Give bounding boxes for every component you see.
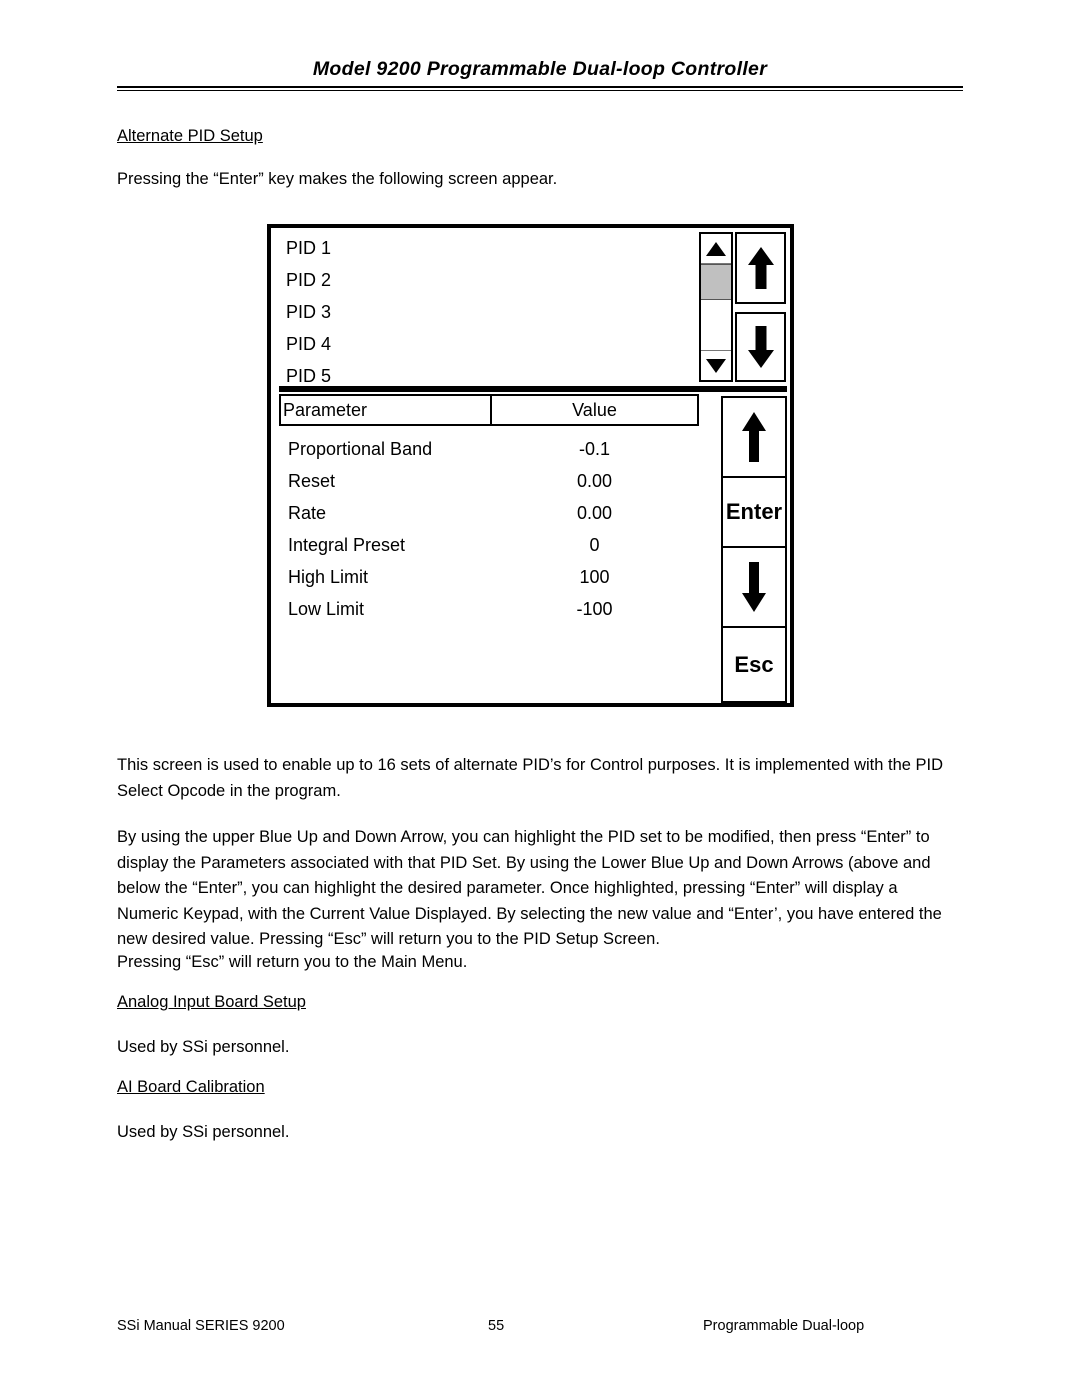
paragraph-ai-board-calibration: Used by SSi personnel. bbox=[117, 1123, 290, 1141]
parameter-name: Integral Preset bbox=[288, 534, 406, 555]
list-item[interactable]: PID 3 bbox=[279, 296, 699, 328]
list-item[interactable]: PID 1 bbox=[279, 232, 699, 264]
upper-up-arrow-button[interactable] bbox=[735, 232, 786, 304]
paragraph-intro: Pressing the “Enter” key makes the follo… bbox=[117, 170, 558, 188]
header-divider-rule bbox=[117, 86, 963, 91]
triangle-up-icon bbox=[706, 241, 726, 256]
pid-list-scrollbar[interactable] bbox=[699, 232, 733, 382]
column-header-value: Value bbox=[572, 400, 617, 420]
parameter-name: High Limit bbox=[288, 566, 369, 587]
table-row[interactable]: Proportional Band -0.1 bbox=[279, 433, 699, 465]
controller-screen-figure: PID 1 PID 2 PID 3 PID 4 PID 5 Parameter … bbox=[267, 224, 794, 707]
parameter-name: Rate bbox=[288, 502, 327, 523]
table-row[interactable]: Reset 0.00 bbox=[279, 465, 699, 497]
paragraph-analog-input-board-setup: Used by SSi personnel. bbox=[117, 1038, 290, 1056]
page-header-title: Model 9200 Programmable Dual-loop Contro… bbox=[312, 58, 768, 80]
paragraph-esc-main-menu: Pressing “Esc” will return you to the Ma… bbox=[117, 953, 468, 971]
heading-ai-board-calibration: AI Board Calibration bbox=[117, 1078, 265, 1096]
parameter-value: 100 bbox=[579, 566, 610, 587]
arrow-up-icon bbox=[742, 412, 766, 462]
parameter-value: 0.00 bbox=[576, 470, 613, 491]
table-row[interactable]: Integral Preset 0 bbox=[279, 529, 699, 561]
paragraph-navigation-instructions: By using the upper Blue Up and Down Arro… bbox=[117, 828, 942, 948]
triangle-down-icon bbox=[706, 358, 726, 373]
keypad-up-button[interactable] bbox=[723, 398, 785, 478]
upper-down-arrow-button[interactable] bbox=[735, 312, 786, 382]
arrow-up-icon bbox=[747, 247, 774, 289]
keypad-down-button[interactable] bbox=[723, 548, 785, 628]
pid-set-list[interactable]: PID 1 PID 2 PID 3 PID 4 PID 5 bbox=[279, 232, 699, 386]
keypad-enter-button[interactable]: Enter bbox=[723, 478, 785, 548]
list-item[interactable]: PID 2 bbox=[279, 264, 699, 296]
footer-page-number: 55 bbox=[488, 1318, 505, 1334]
scrollbar-down-button[interactable] bbox=[701, 350, 731, 380]
parameter-value: -0.1 bbox=[578, 438, 611, 459]
footer-manual-name: SSi Manual SERIES 9200 bbox=[117, 1318, 285, 1334]
scrollbar-up-button[interactable] bbox=[701, 234, 731, 264]
parameter-name: Proportional Band bbox=[288, 438, 433, 459]
table-row[interactable]: High Limit 100 bbox=[279, 561, 699, 593]
upper-arrow-button-group bbox=[735, 232, 786, 382]
table-row[interactable]: Low Limit -100 bbox=[279, 593, 699, 625]
parameter-value: -100 bbox=[576, 598, 613, 619]
parameter-table-header: Parameter Value bbox=[279, 394, 699, 426]
arrow-down-icon bbox=[747, 326, 774, 368]
column-header-parameter: Parameter bbox=[281, 396, 492, 424]
scrollbar-thumb[interactable] bbox=[701, 264, 731, 300]
paragraph-screen-description: This screen is used to enable up to 16 s… bbox=[117, 756, 944, 800]
keypad-button-column: Enter Esc bbox=[721, 396, 787, 703]
heading-alternate-pid-setup: Alternate PID Setup bbox=[117, 127, 263, 145]
parameter-table-body: Proportional Band -0.1 Reset 0.00 Rate 0… bbox=[279, 433, 699, 625]
table-row[interactable]: Rate 0.00 bbox=[279, 497, 699, 529]
parameter-name: Reset bbox=[288, 470, 336, 491]
list-table-divider bbox=[279, 386, 787, 392]
parameter-name: Low Limit bbox=[288, 598, 365, 619]
heading-analog-input-board-setup: Analog Input Board Setup bbox=[117, 993, 306, 1011]
list-item[interactable]: PID 4 bbox=[279, 328, 699, 360]
arrow-down-icon bbox=[742, 562, 766, 612]
controller-screen-inner: PID 1 PID 2 PID 3 PID 4 PID 5 Parameter … bbox=[271, 228, 790, 703]
keypad-esc-button[interactable]: Esc bbox=[723, 628, 785, 701]
footer-product-name: Programmable Dual-loop bbox=[703, 1318, 865, 1334]
parameter-value: 0.00 bbox=[576, 502, 613, 523]
parameter-value: 0 bbox=[589, 534, 600, 555]
